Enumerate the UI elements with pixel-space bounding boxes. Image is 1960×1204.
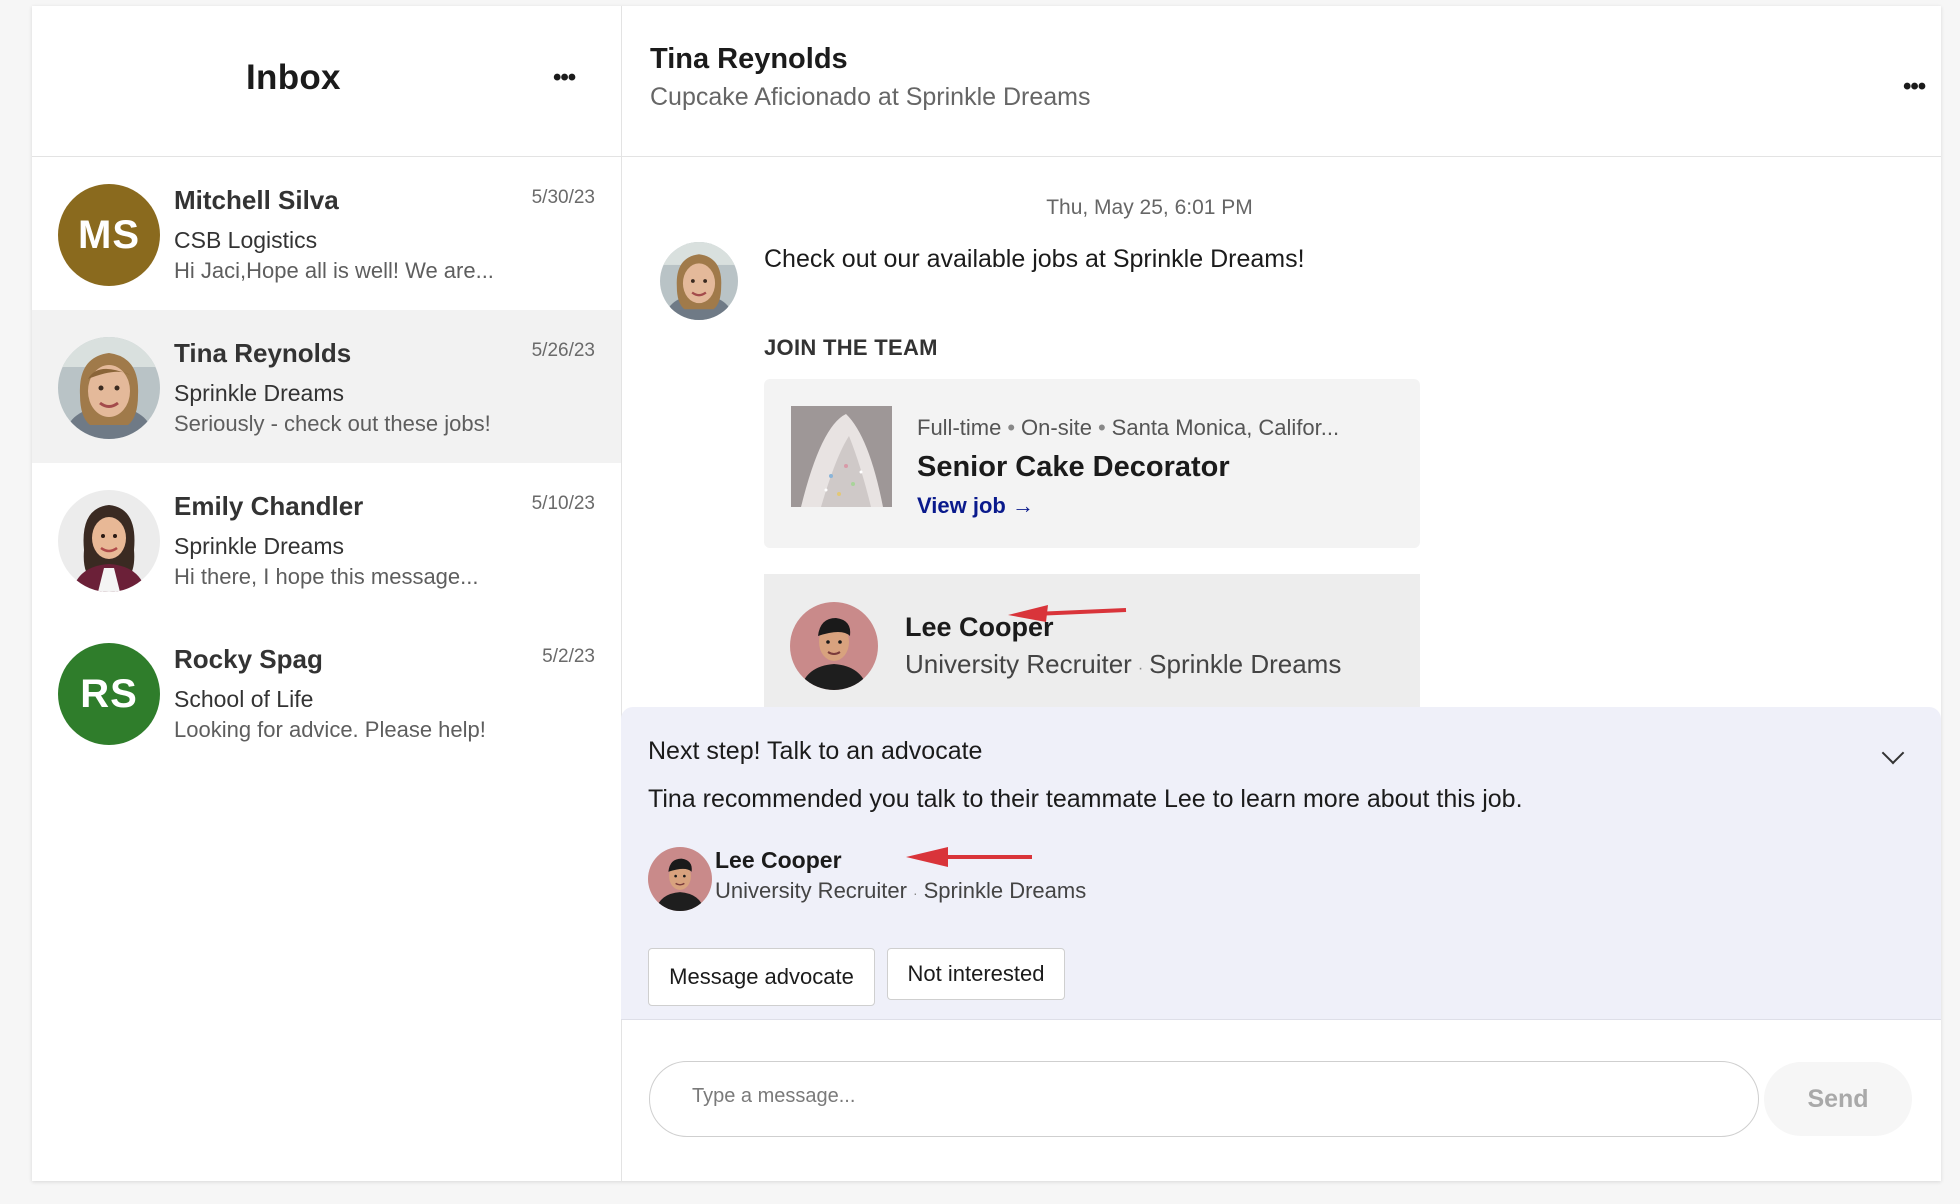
conversation-preview: Hi Jaci,Hope all is well! We are... xyxy=(174,258,494,283)
not-interested-button[interactable]: Not interested xyxy=(887,948,1065,1000)
conversation-date: 5/2/23 xyxy=(542,646,595,667)
avatar-initials: MS xyxy=(78,212,140,257)
conversation-date: 5/26/23 xyxy=(531,340,595,361)
advocate-avatar[interactable] xyxy=(648,847,712,911)
job-workplace: On-site xyxy=(1021,415,1092,440)
message-text: Check out our available jobs at Sprinkle… xyxy=(764,245,1305,273)
conversation-company: Sprinkle Dreams xyxy=(174,380,344,406)
sender-avatar[interactable] xyxy=(660,242,738,320)
conversation-header: Tina Reynolds Cupcake Aficionado at Spri… xyxy=(622,6,1941,157)
inbox-sidebar: Inbox ••• MS Mitchell Silva CSB Logistic… xyxy=(32,6,622,1181)
job-type: Full-time xyxy=(917,415,1002,440)
message-input[interactable] xyxy=(690,1084,1734,1109)
advocate-name[interactable]: Lee Cooper xyxy=(715,847,842,874)
conversation-pane: Tina Reynolds Cupcake Aficionado at Spri… xyxy=(621,6,1941,1181)
more-icon[interactable]: ••• xyxy=(553,66,576,90)
conversation-company: CSB Logistics xyxy=(174,227,318,253)
conversation-preview: Looking for advice. Please help! xyxy=(174,717,486,742)
recruiter-company: Sprinkle Dreams xyxy=(1149,649,1342,679)
advocate-company: Sprinkle Dreams xyxy=(923,878,1087,903)
more-icon[interactable]: ••• xyxy=(1903,75,1926,99)
avatar: RS xyxy=(58,643,160,745)
contact-name[interactable]: Tina Reynolds xyxy=(650,43,848,76)
conversation-preview: Seriously - check out these jobs! xyxy=(174,411,491,436)
avatar-photo-icon xyxy=(58,490,160,592)
cake-image-icon xyxy=(791,406,892,507)
recruiter-card[interactable]: Lee Cooper University Recruiter · Sprinkle… xyxy=(764,574,1420,714)
conversation-name: Emily Chandler xyxy=(174,491,364,521)
advocate-heading: Next step! Talk to an advocate xyxy=(648,737,983,765)
conversation-item-tina-reynolds[interactable]: Tina Reynolds Sprinkle Dreams Seriously … xyxy=(32,310,621,463)
avatar-initials: RS xyxy=(80,671,138,716)
conversation-date: 5/10/23 xyxy=(531,493,595,514)
avatar-photo-icon xyxy=(58,337,160,439)
send-button[interactable]: Send xyxy=(1764,1062,1912,1136)
job-thumbnail xyxy=(791,406,892,507)
messaging-app: Inbox ••• MS Mitchell Silva CSB Logistic… xyxy=(32,6,1941,1181)
message-input-container xyxy=(649,1061,1759,1137)
message-advocate-button[interactable]: Message advocate xyxy=(648,948,875,1006)
recruiter-subtitle: University Recruiter · Sprinkle Dreams xyxy=(905,649,1342,679)
contact-headline: Cupcake Aficionado at Sprinkle Dreams xyxy=(650,83,1091,111)
avatar xyxy=(58,337,160,439)
job-meta: Full-time • On-site • Santa Monica, Califor.… xyxy=(917,415,1340,440)
message-timestamp: Thu, May 25, 6:01 PM xyxy=(1046,196,1253,219)
conversation-company: School of Life xyxy=(174,686,314,712)
conversation-preview: Hi there, I hope this message... xyxy=(174,564,479,589)
conversation-company: Sprinkle Dreams xyxy=(174,533,344,559)
recruiter-avatar xyxy=(790,602,878,690)
job-title: Senior Cake Decorator xyxy=(917,451,1230,483)
avatar xyxy=(58,490,160,592)
avatar-photo-icon xyxy=(790,602,878,690)
annotation-arrow-icon xyxy=(906,847,1032,867)
advocate-description: Tina recommended you talk to their teamm… xyxy=(648,785,1523,813)
job-card[interactable]: Full-time • On-site • Santa Monica, Califor.… xyxy=(764,379,1420,548)
recruiter-role: University Recruiter xyxy=(905,649,1132,679)
conversation-item-mitchell-silva[interactable]: MS Mitchell Silva CSB Logistics Hi Jaci,… xyxy=(32,157,621,310)
join-the-team-heading: JOIN THE TEAM xyxy=(764,335,938,360)
avatar: MS xyxy=(58,184,160,286)
annotation-arrow-icon xyxy=(1008,605,1127,622)
view-job-link[interactable]: View job → xyxy=(917,493,1034,519)
inbox-header: Inbox ••• xyxy=(32,6,621,157)
conversation-name: Mitchell Silva xyxy=(174,185,339,215)
conversation-name: Tina Reynolds xyxy=(174,338,352,368)
conversation-item-emily-chandler[interactable]: Emily Chandler Sprinkle Dreams Hi there,… xyxy=(32,463,621,616)
conversation-item-rocky-spag[interactable]: RS Rocky Spag School of Life Looking for… xyxy=(32,616,621,769)
advocate-role: University Recruiter xyxy=(715,878,907,903)
chevron-down-icon[interactable] xyxy=(1881,741,1905,765)
advocate-subtitle: University Recruiter · Sprinkle Dreams xyxy=(715,878,1087,903)
advocate-panel: Next step! Talk to an advocate Tina reco… xyxy=(621,707,1941,1020)
avatar-photo-icon xyxy=(660,242,738,320)
conversation-name: Rocky Spag xyxy=(174,644,323,674)
inbox-title: Inbox xyxy=(246,58,341,97)
avatar-photo-icon xyxy=(648,847,712,911)
conversation-date: 5/30/23 xyxy=(531,187,595,208)
job-location: Santa Monica, Califor... xyxy=(1111,415,1340,440)
